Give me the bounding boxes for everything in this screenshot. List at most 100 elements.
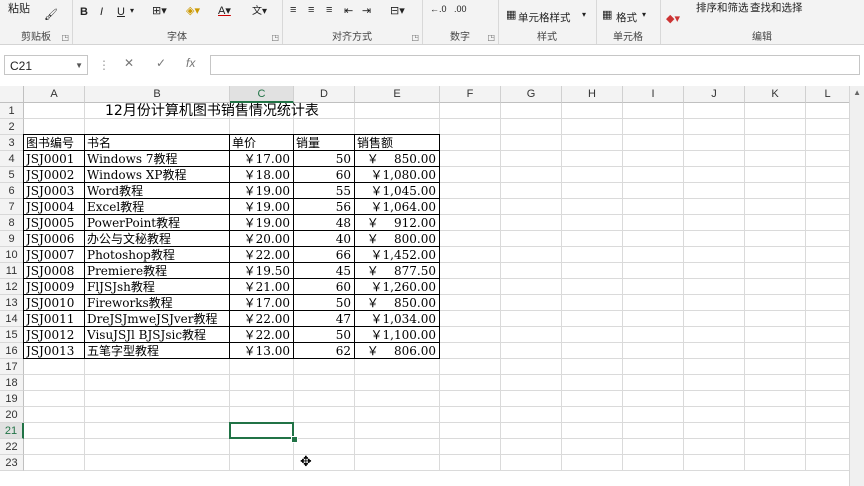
cell-sales[interactable]: ￥1,100.00 bbox=[357, 327, 436, 343]
font-launcher-icon[interactable]: ◳ bbox=[271, 33, 279, 42]
cell-sales[interactable]: ￥ 912.00 bbox=[357, 215, 436, 231]
column-header-b[interactable]: B bbox=[85, 86, 230, 103]
row-header-18[interactable]: 18 bbox=[0, 375, 24, 391]
name-box[interactable]: C21 ▼ bbox=[4, 55, 88, 75]
header-book-name[interactable]: 书名 bbox=[87, 135, 228, 151]
column-header-g[interactable]: G bbox=[501, 86, 562, 103]
column-header-f[interactable]: F bbox=[440, 86, 501, 103]
column-header-d[interactable]: D bbox=[294, 86, 355, 103]
cell-book-id[interactable]: JSJ0013 bbox=[26, 343, 81, 359]
cell-book-id[interactable]: JSJ0007 bbox=[26, 247, 81, 263]
cell-book-id[interactable]: JSJ0010 bbox=[26, 295, 81, 311]
cell-sales[interactable]: ￥1,034.00 bbox=[357, 311, 436, 327]
cell-quantity[interactable]: 55 bbox=[296, 183, 351, 199]
row-header-17[interactable]: 17 bbox=[0, 359, 24, 375]
cell-quantity[interactable]: 40 bbox=[296, 231, 351, 247]
row-header-21[interactable]: 21 bbox=[0, 423, 24, 439]
decrease-indent-icon[interactable]: ⇤ bbox=[344, 4, 353, 17]
scroll-up-icon[interactable]: ▲ bbox=[853, 88, 861, 97]
header-unit-price[interactable]: 单价 bbox=[232, 135, 292, 151]
font-color-icon[interactable]: A▾ bbox=[218, 4, 231, 17]
cell-book-id[interactable]: JSJ0003 bbox=[26, 183, 81, 199]
cell-book-name[interactable]: Premiere教程 bbox=[87, 263, 226, 279]
format-dropdown-icon[interactable]: ▾ bbox=[642, 10, 646, 19]
row-header-7[interactable]: 7 bbox=[0, 199, 24, 215]
cell-styles-icon[interactable]: ▦ bbox=[506, 8, 516, 21]
fill-handle[interactable] bbox=[291, 436, 298, 443]
cell-sales[interactable]: ￥ 877.50 bbox=[357, 263, 436, 279]
cell-unit-price[interactable]: ￥22.00 bbox=[232, 327, 290, 343]
border-icon[interactable]: ⊞▾ bbox=[152, 4, 167, 17]
row-header-23[interactable]: 23 bbox=[0, 455, 24, 471]
column-header-j[interactable]: J bbox=[684, 86, 745, 103]
cell-styles-button[interactable]: 单元格样式 bbox=[518, 10, 571, 25]
cell-unit-price[interactable]: ￥19.00 bbox=[232, 215, 290, 231]
header-book-id[interactable]: 图书编号 bbox=[26, 135, 83, 151]
row-header-11[interactable]: 11 bbox=[0, 263, 24, 279]
cell-quantity[interactable]: 47 bbox=[296, 311, 351, 327]
cell-sales[interactable]: ￥ 850.00 bbox=[357, 295, 436, 311]
cell-unit-price[interactable]: ￥21.00 bbox=[232, 279, 290, 295]
cell-sales[interactable]: ￥ 850.00 bbox=[357, 151, 436, 167]
decrease-decimal-icon[interactable]: .00 bbox=[454, 4, 467, 14]
row-header-4[interactable]: 4 bbox=[0, 151, 24, 167]
vertical-scrollbar[interactable] bbox=[849, 86, 864, 486]
increase-indent-icon[interactable]: ⇥ bbox=[362, 4, 371, 17]
row-header-2[interactable]: 2 bbox=[0, 119, 24, 135]
align-right-icon[interactable]: ≡ bbox=[326, 4, 332, 16]
cell-book-id[interactable]: JSJ0002 bbox=[26, 167, 81, 183]
cell-book-name[interactable]: Photoshop教程 bbox=[87, 247, 226, 263]
cell-sales[interactable]: ￥ 806.00 bbox=[357, 343, 436, 359]
cell-sales[interactable]: ￥1,045.00 bbox=[357, 183, 436, 199]
fill-color-icon[interactable]: ◈▾ bbox=[186, 4, 200, 17]
column-header-a[interactable]: A bbox=[24, 86, 85, 103]
align-center-icon[interactable]: ≡ bbox=[308, 4, 314, 16]
cell-unit-price[interactable]: ￥19.50 bbox=[232, 263, 290, 279]
cell-quantity[interactable]: 50 bbox=[296, 327, 351, 343]
cell-quantity[interactable]: 50 bbox=[296, 151, 351, 167]
name-box-dropdown-icon[interactable]: ▼ bbox=[75, 56, 83, 76]
cell-quantity[interactable]: 66 bbox=[296, 247, 351, 263]
increase-decimal-icon[interactable]: ←.0 bbox=[430, 4, 447, 14]
cell-sales[interactable]: ￥1,260.00 bbox=[357, 279, 436, 295]
row-header-14[interactable]: 14 bbox=[0, 311, 24, 327]
underline-button[interactable]: U bbox=[117, 6, 125, 18]
row-header-13[interactable]: 13 bbox=[0, 295, 24, 311]
column-header-k[interactable]: K bbox=[745, 86, 806, 103]
selected-cell[interactable] bbox=[229, 422, 294, 439]
row-header-15[interactable]: 15 bbox=[0, 327, 24, 343]
cancel-icon[interactable]: ✕ bbox=[124, 56, 134, 70]
worksheet-grid[interactable]: A B C D E F G H I J K L 1 2 3 4 5 6 7 8 9 10 11 12 13 14 15 16 17 18 1… bbox=[0, 86, 850, 486]
cell-styles-dropdown-icon[interactable]: ▾ bbox=[582, 10, 586, 19]
cell-sales[interactable]: ￥ 800.00 bbox=[357, 231, 436, 247]
cell-unit-price[interactable]: ￥20.00 bbox=[232, 231, 290, 247]
cell-book-id[interactable]: JSJ0012 bbox=[26, 327, 81, 343]
cell-book-name[interactable]: Word教程 bbox=[87, 183, 226, 199]
cell-book-name[interactable]: Fireworks教程 bbox=[87, 295, 226, 311]
cell-unit-price[interactable]: ￥19.00 bbox=[232, 183, 290, 199]
align-left-icon[interactable]: ≡ bbox=[290, 4, 296, 16]
cell-unit-price[interactable]: ￥18.00 bbox=[232, 167, 290, 183]
alignment-launcher-icon[interactable]: ◳ bbox=[411, 33, 419, 42]
cell-unit-price[interactable]: ￥17.00 bbox=[232, 295, 290, 311]
format-painter-icon[interactable]: 🖌 bbox=[44, 8, 58, 21]
cell-book-name[interactable]: FlJSJsh教程 bbox=[87, 279, 226, 295]
row-header-12[interactable]: 12 bbox=[0, 279, 24, 295]
cell-sales[interactable]: ￥1,080.00 bbox=[357, 167, 436, 183]
cell-book-name[interactable]: Excel教程 bbox=[87, 199, 226, 215]
cell-quantity[interactable]: 45 bbox=[296, 263, 351, 279]
number-launcher-icon[interactable]: ◳ bbox=[487, 33, 495, 42]
bold-button[interactable]: B bbox=[80, 6, 88, 18]
cell-quantity[interactable]: 48 bbox=[296, 215, 351, 231]
paste-button[interactable]: 粘贴 bbox=[8, 0, 30, 16]
clear-icon[interactable]: ◆▾ bbox=[666, 12, 680, 25]
cell-book-name[interactable]: PowerPoint教程 bbox=[87, 215, 226, 231]
select-all-corner[interactable] bbox=[0, 86, 24, 103]
cell-book-name[interactable]: Windows 7教程 bbox=[87, 151, 226, 167]
cell-book-name[interactable]: 办公与文秘教程 bbox=[87, 231, 226, 247]
row-header-19[interactable]: 19 bbox=[0, 391, 24, 407]
row-header-10[interactable]: 10 bbox=[0, 247, 24, 263]
format-button[interactable]: 格式 bbox=[616, 10, 637, 25]
clipboard-launcher-icon[interactable]: ◳ bbox=[61, 33, 69, 42]
cell-book-name[interactable]: Windows XP教程 bbox=[87, 167, 226, 183]
